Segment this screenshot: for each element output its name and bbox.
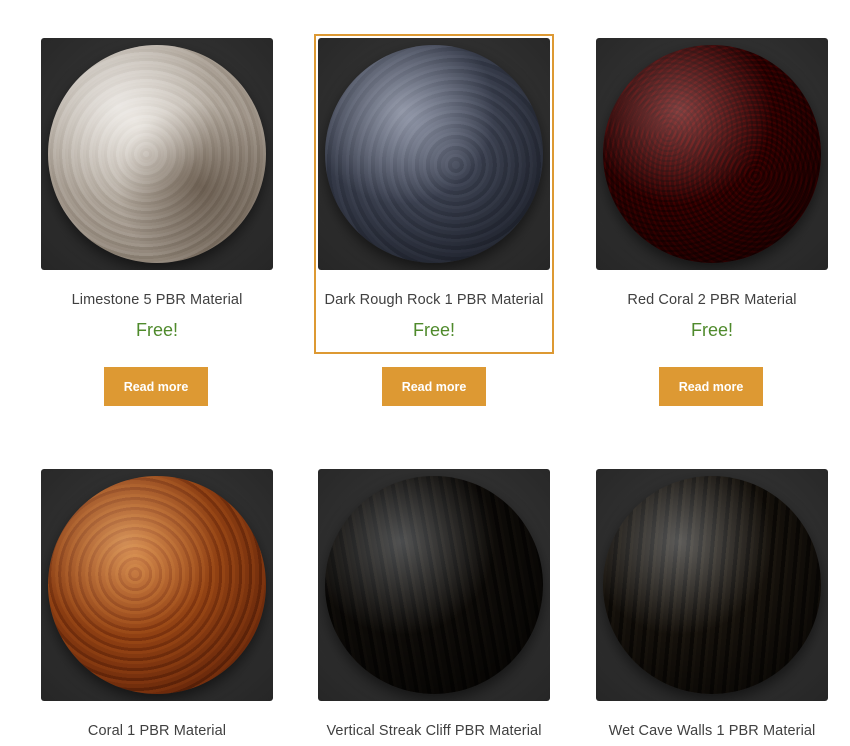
- product-title[interactable]: Red Coral 2 PBR Material: [596, 292, 828, 308]
- material-sphere-image: [603, 45, 821, 263]
- material-sphere-image: [48, 476, 266, 694]
- product-title[interactable]: Coral 1 PBR Material: [41, 723, 273, 739]
- product-price: Free!: [690, 320, 733, 340]
- material-sphere-image: [325, 476, 543, 694]
- product-thumbnail[interactable]: [596, 38, 828, 270]
- product-card-dark-rough-rock-1[interactable]: Dark Rough Rock 1 PBR Material Free!: [314, 34, 554, 354]
- material-sphere-image: [325, 45, 543, 263]
- product-price: Free!: [135, 320, 178, 340]
- product-thumbnail[interactable]: [41, 469, 273, 701]
- product-card-limestone-5[interactable]: Limestone 5 PBR Material Free!: [41, 38, 273, 341]
- product-title[interactable]: Wet Cave Walls 1 PBR Material: [596, 723, 828, 739]
- product-thumbnail[interactable]: [41, 38, 273, 270]
- product-price: Free!: [412, 320, 455, 340]
- read-more-button[interactable]: Read more: [382, 367, 486, 406]
- product-card-red-coral-2[interactable]: Red Coral 2 PBR Material Free!: [596, 38, 828, 341]
- product-card-coral-1[interactable]: Coral 1 PBR Material: [41, 469, 273, 739]
- read-more-button[interactable]: Read more: [104, 367, 208, 406]
- product-title[interactable]: Vertical Streak Cliff PBR Material: [318, 723, 550, 739]
- product-thumbnail[interactable]: [318, 38, 550, 270]
- product-card-wet-cave-walls-1[interactable]: Wet Cave Walls 1 PBR Material: [596, 469, 828, 739]
- product-title[interactable]: Limestone 5 PBR Material: [41, 292, 273, 308]
- product-title[interactable]: Dark Rough Rock 1 PBR Material: [318, 292, 550, 308]
- product-thumbnail[interactable]: [596, 469, 828, 701]
- product-card-vertical-streak-cliff[interactable]: Vertical Streak Cliff PBR Material: [318, 469, 550, 739]
- product-thumbnail[interactable]: [318, 469, 550, 701]
- material-sphere-image: [48, 45, 266, 263]
- material-sphere-image: [603, 476, 821, 694]
- read-more-button[interactable]: Read more: [659, 367, 763, 406]
